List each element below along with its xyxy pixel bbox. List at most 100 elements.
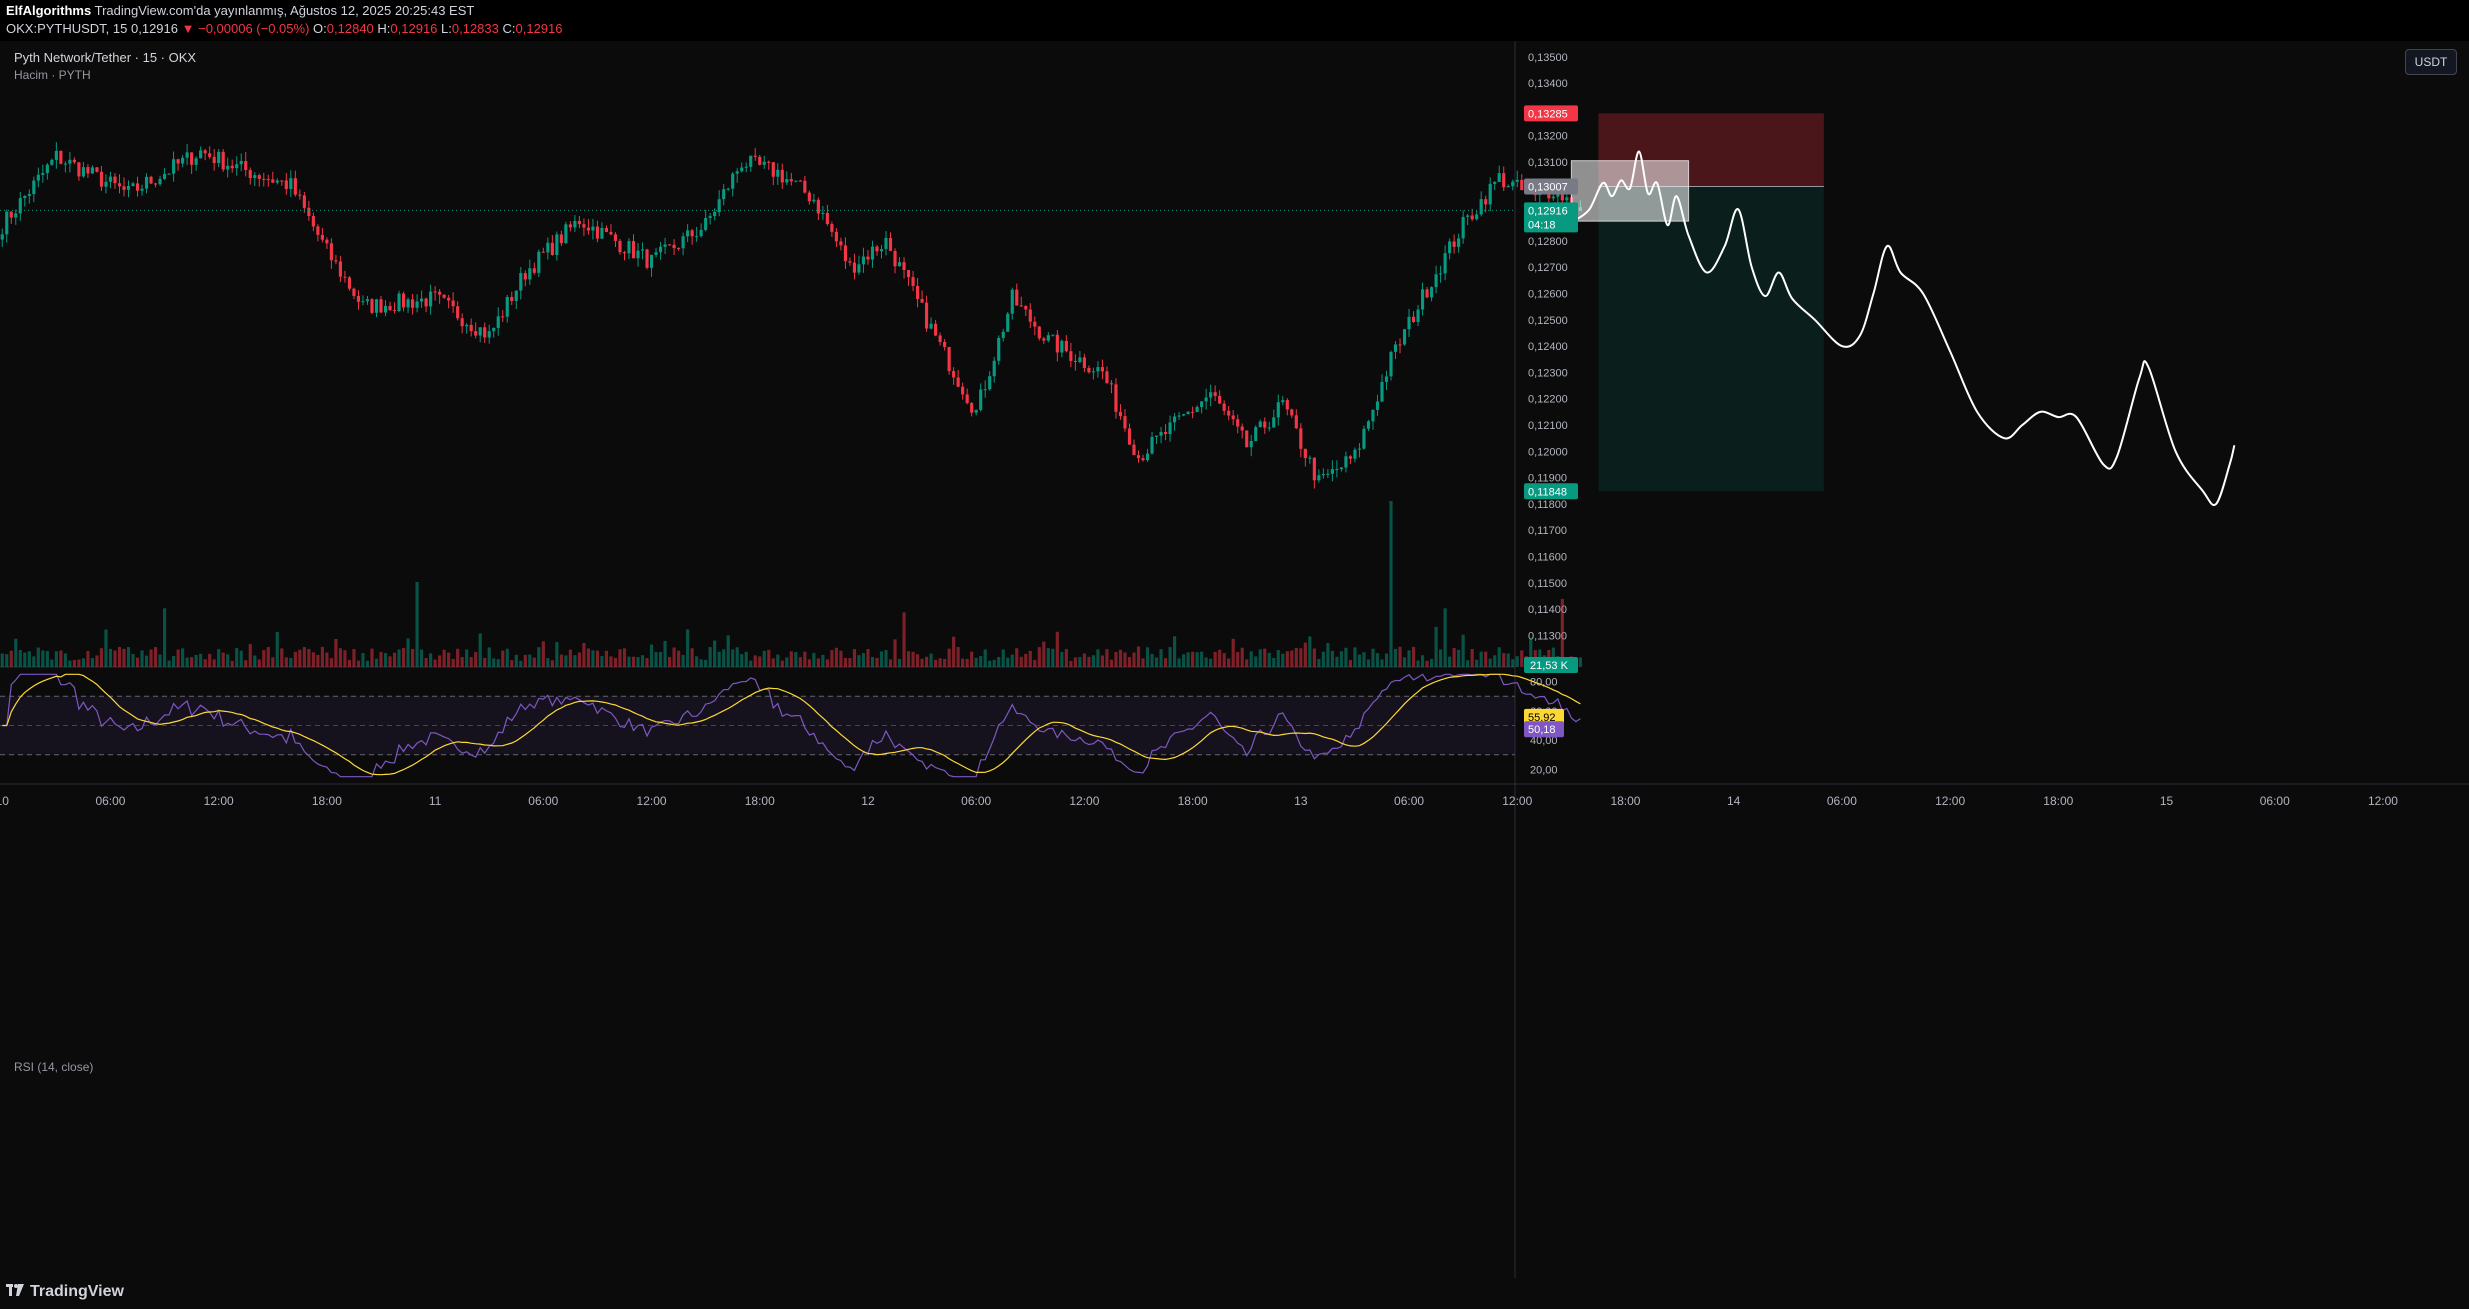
- candle-body: [758, 156, 762, 165]
- volume-bar: [785, 657, 789, 667]
- candle-body: [1479, 199, 1483, 215]
- volume-bar: [546, 658, 550, 667]
- volume-bar: [460, 656, 464, 667]
- volume-bar: [1042, 641, 1046, 667]
- candle-body: [600, 228, 604, 239]
- candle-body: [852, 262, 857, 273]
- volume-bar: [1100, 655, 1105, 667]
- candle-body: [1006, 313, 1010, 332]
- volume-bar: [149, 649, 153, 667]
- volume-bar: [911, 651, 915, 667]
- volume-bar: [199, 653, 203, 667]
- candle-body: [1339, 467, 1343, 470]
- candle-body: [275, 180, 279, 183]
- candle-body: [618, 240, 622, 253]
- volume-bar: [451, 658, 455, 667]
- volume-bar: [1321, 651, 1325, 667]
- volume-bar: [609, 656, 613, 667]
- candle-body: [27, 194, 31, 197]
- candle-body: [1200, 401, 1204, 408]
- candle-body: [1276, 402, 1280, 418]
- candle-body: [203, 150, 207, 154]
- candle-body: [866, 256, 870, 260]
- candle-body: [546, 242, 550, 253]
- candle-body: [433, 291, 437, 293]
- time-tick-label: 12:00: [1069, 794, 1099, 808]
- candle-body: [343, 276, 347, 278]
- volume-bar: [929, 653, 933, 667]
- volume-bar: [1434, 626, 1438, 667]
- volume-bar: [113, 650, 117, 667]
- volume-bar: [1055, 631, 1059, 667]
- volume-bar: [361, 653, 365, 667]
- candle-body: [816, 199, 820, 214]
- volume-bar: [1163, 658, 1168, 667]
- volume-bar: [14, 638, 18, 667]
- volume-bar: [807, 659, 811, 667]
- candle-body: [451, 300, 455, 307]
- candle-body: [329, 243, 333, 261]
- volume-bar: [1154, 657, 1159, 667]
- tradingview-logo[interactable]: TradingView: [6, 1283, 124, 1301]
- candle-body: [383, 305, 388, 313]
- volume-bar: [1145, 647, 1150, 667]
- volume-bar: [302, 647, 306, 667]
- candle-body: [1317, 475, 1321, 481]
- candle-body: [1551, 196, 1555, 199]
- candle-body: [271, 179, 275, 183]
- candle-body: [1321, 474, 1325, 476]
- candle-body: [915, 285, 920, 299]
- candle-body: [897, 262, 902, 267]
- candle-body: [622, 252, 627, 254]
- price-tag-countdown: 04:18: [1528, 219, 1556, 231]
- volume-bar: [266, 647, 270, 667]
- volume-bar: [983, 649, 987, 667]
- volume-bar: [1443, 608, 1447, 667]
- volume-bar: [1470, 648, 1474, 667]
- candle-body: [104, 181, 108, 187]
- chart-frame[interactable]: 0,135000,134000,133000,132000,131000,128…: [0, 41, 2469, 1295]
- volume-bar: [63, 653, 67, 667]
- volume-bar: [600, 656, 604, 667]
- volume-bar: [108, 648, 113, 667]
- time-tick-label: 06:00: [1394, 794, 1424, 808]
- volume-bar: [465, 649, 469, 667]
- candle-body: [208, 153, 212, 157]
- candle-body: [410, 299, 415, 308]
- volume-bar: [1506, 653, 1510, 667]
- currency-button[interactable]: USDT: [2405, 49, 2457, 75]
- volume-legend: Hacim · PYTH: [14, 68, 91, 82]
- candle-body: [176, 159, 180, 164]
- candle-body: [501, 316, 505, 318]
- volume-bar: [1213, 651, 1217, 667]
- volume-bar: [244, 660, 248, 667]
- candle-body: [925, 302, 929, 329]
- price-tag-label: 0,12916: [1528, 205, 1568, 217]
- candle-body: [1281, 400, 1285, 403]
- volume-bar: [334, 638, 338, 667]
- chart-background: [0, 41, 2469, 1295]
- chart-canvas[interactable]: 0,135000,134000,133000,132000,131000,128…: [0, 41, 2469, 1295]
- volume-bar: [564, 655, 568, 667]
- volume-bar: [631, 656, 636, 667]
- volume-bar: [870, 657, 875, 667]
- candle-body: [1330, 469, 1334, 474]
- candle-body: [762, 161, 766, 165]
- candle-body: [1195, 407, 1199, 413]
- candle-body: [505, 296, 509, 317]
- candle-body: [740, 167, 744, 172]
- volume-bar: [230, 660, 234, 667]
- volume-bar: [1497, 647, 1501, 667]
- candle-body: [41, 173, 45, 175]
- candle-body: [848, 261, 852, 263]
- candle-body: [492, 327, 496, 332]
- candle-body: [1520, 179, 1524, 191]
- candle-body: [1430, 287, 1434, 298]
- candle-body: [699, 229, 703, 237]
- footer: [0, 1278, 2469, 1309]
- candle-body: [771, 162, 775, 177]
- volume-bar: [253, 655, 257, 667]
- price-tick-label: 0,12500: [1528, 315, 1568, 327]
- volume-bar: [433, 659, 437, 667]
- candle-body: [496, 316, 500, 328]
